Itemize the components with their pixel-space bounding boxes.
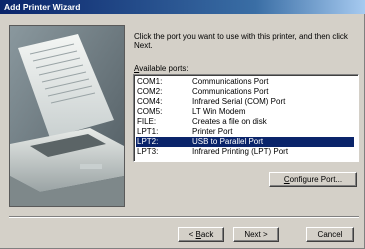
port-description: LT Win Modem xyxy=(192,107,246,116)
port-item-com1[interactable]: COM1: Communications Port xyxy=(136,77,354,87)
port-description: Infrared Serial (COM) Port xyxy=(192,97,286,106)
back-prefix: < xyxy=(188,230,196,239)
window-title: Add Printer Wizard xyxy=(4,2,81,12)
add-printer-wizard-window: Add Printer Wizard Click the port you wa… xyxy=(0,0,365,249)
port-name: LPT3: xyxy=(137,147,159,156)
port-name: COM1: xyxy=(137,77,163,86)
port-name: COM4: xyxy=(137,97,163,106)
port-item-com5[interactable]: COM5: LT Win Modem xyxy=(136,107,354,117)
configure-port-button[interactable]: Configure Port... xyxy=(269,172,357,187)
port-name: LPT1: xyxy=(137,127,159,136)
port-item-com4[interactable]: COM4: Infrared Serial (COM) Port xyxy=(136,97,354,107)
separator-line xyxy=(9,216,359,218)
port-item-lpt2[interactable]: LPT2: USB to Parallel Port xyxy=(136,137,354,147)
available-ports-label: Available ports: xyxy=(134,64,189,73)
instruction-text: Click the port you want to use with this… xyxy=(134,32,348,50)
port-item-lpt3[interactable]: LPT3: Infrared Printing (LPT) Port xyxy=(136,147,354,157)
port-description: Creates a file on disk xyxy=(192,117,267,126)
port-name: COM5: xyxy=(137,107,163,116)
port-description: Communications Port xyxy=(192,77,269,86)
port-name: COM2: xyxy=(137,87,163,96)
port-description: Communications Port xyxy=(192,87,269,96)
port-item-com2[interactable]: COM2: Communications Port xyxy=(136,87,354,97)
configure-label-rest: onfigure Port... xyxy=(289,175,343,184)
port-item-file[interactable]: FILE: Creates a file on disk xyxy=(136,117,354,127)
ports-listbox[interactable]: COM1: Communications Port COM2: Communic… xyxy=(133,74,359,162)
available-ports-label-rest: vailable ports: xyxy=(139,64,189,73)
next-button[interactable]: Next > xyxy=(233,227,279,242)
port-item-lpt1[interactable]: LPT1: Printer Port xyxy=(136,127,354,137)
port-description: Infrared Printing (LPT) Port xyxy=(192,147,289,156)
title-bar[interactable]: Add Printer Wizard xyxy=(0,0,365,14)
wizard-printer-illustration xyxy=(9,25,125,207)
port-name: LPT2: xyxy=(137,137,159,146)
back-label-rest: ack xyxy=(200,230,214,239)
port-description: Printer Port xyxy=(192,127,233,136)
back-button[interactable]: < Back xyxy=(178,227,224,242)
port-name: FILE: xyxy=(137,117,157,126)
cancel-button[interactable]: Cancel xyxy=(306,227,354,242)
port-description: USB to Parallel Port xyxy=(192,137,264,146)
